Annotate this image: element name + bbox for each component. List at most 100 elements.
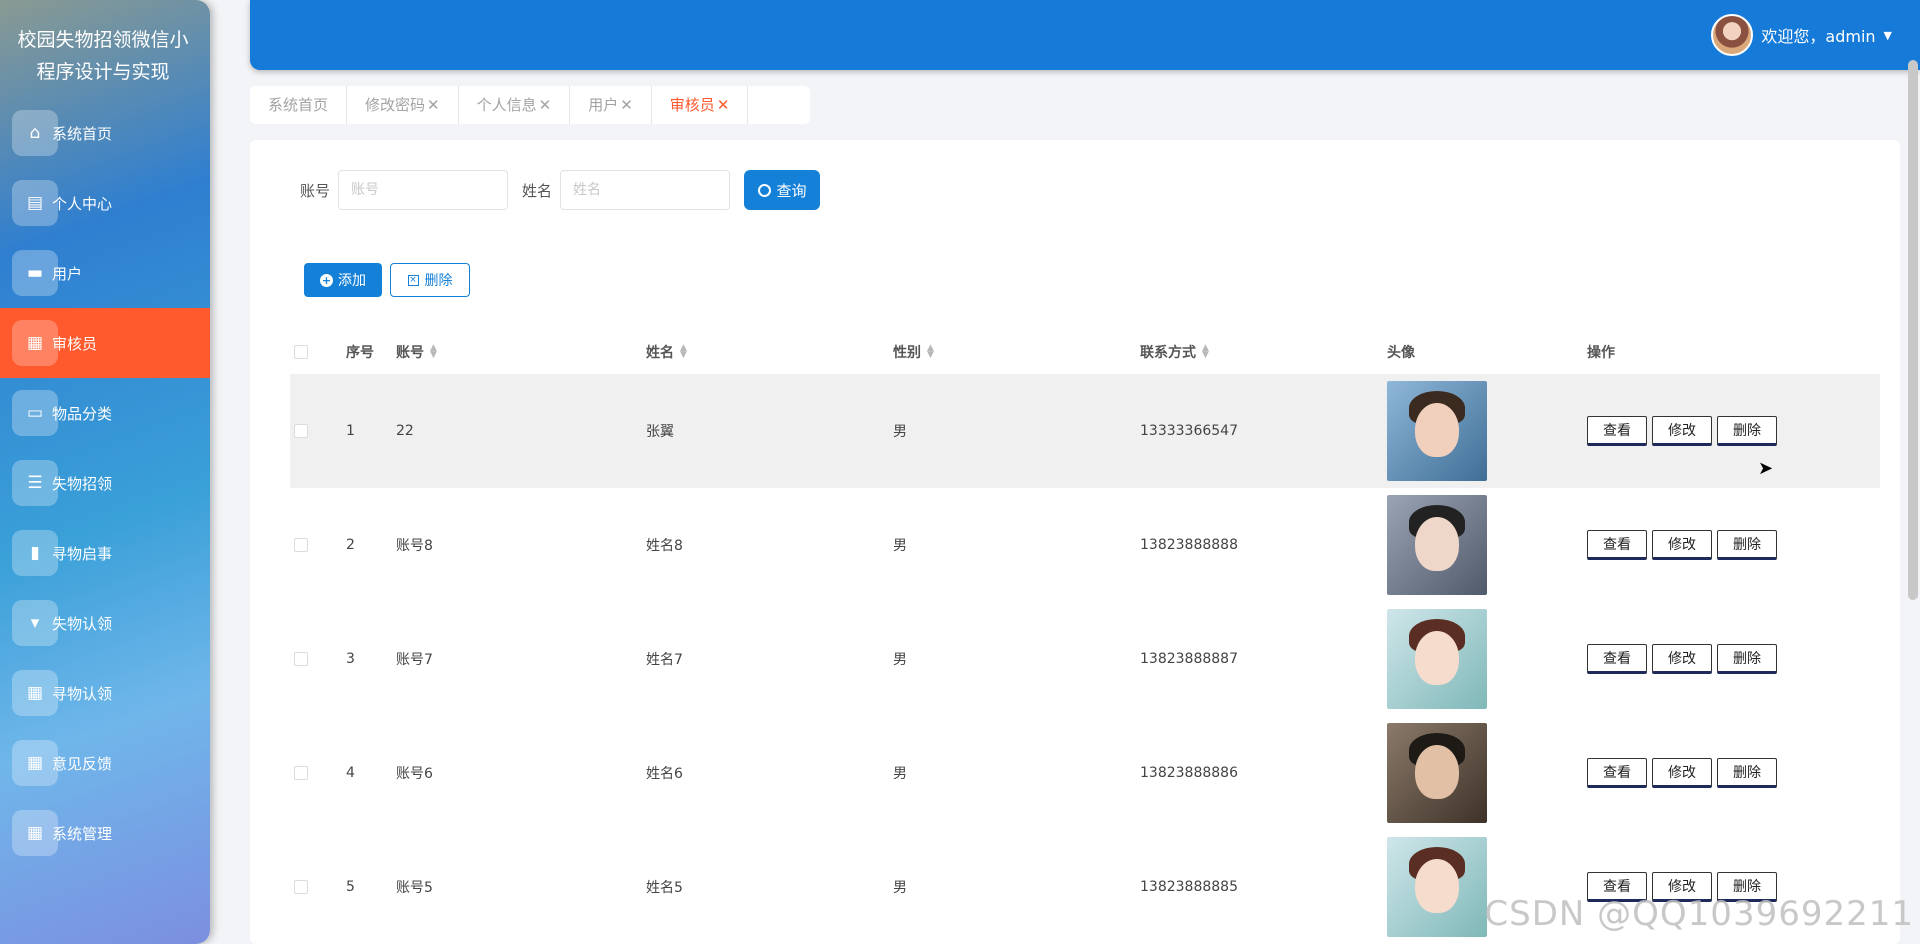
row-sex: 男 [893,424,907,440]
sidebar-item-9[interactable]: ▦ 意见反馈 [0,728,210,798]
tab-2[interactable]: 个人信息 ✕ [459,86,571,124]
select-all-cell [290,345,346,359]
view-button[interactable]: 查看 [1587,530,1647,560]
edit-button[interactable]: 修改 [1652,644,1712,674]
query-button[interactable]: 查询 [744,170,821,210]
sidebar-item-label: 用户 [52,264,83,283]
row-name: 姓名5 [646,880,683,896]
row-checkbox[interactable] [294,766,308,780]
sidebar: 校园失物招领微信小程序设计与实现 ⌂ 系统首页 ▤ 个人中心 ▬ 用户 ▦ 审核员 ▭ 物品分类 ☰… [0,0,210,944]
name-label: 姓名 [522,181,553,200]
account-input[interactable] [338,170,509,210]
tab-0[interactable]: 系统首页 [250,86,348,124]
row-sex: 男 [893,538,907,554]
row-account: 22 [396,423,414,439]
add-button[interactable]: + 添加 [304,263,382,297]
account-label: 账号 [300,181,331,200]
avatar-photo[interactable] [1387,609,1487,709]
batch-delete-label: 删除 [424,273,453,289]
sort-icon[interactable]: ▲ ▼ [927,344,934,360]
col-ops: 操作 [1587,345,1615,361]
view-button[interactable]: 查看 [1587,416,1647,446]
col-avatar: 头像 [1387,345,1415,361]
welcome-text[interactable]: 欢迎您，admin [1761,23,1875,47]
close-icon[interactable]: ✕ [427,96,440,114]
sidebar-item-label: 系统首页 [52,124,113,143]
sidebar-item-8[interactable]: ▦ 寻物认领 [0,658,210,728]
edit-button[interactable]: 修改 [1652,530,1712,560]
row-name: 姓名8 [646,538,683,554]
row-phone: 13823888887 [1140,651,1238,667]
row-select-cell [290,652,346,666]
close-icon[interactable]: ✕ [717,96,730,114]
row-checkbox[interactable] [294,652,308,666]
view-button[interactable]: 查看 [1587,758,1647,788]
close-icon[interactable]: ✕ [620,96,633,114]
row-ops: 查看 修改 删除 [1587,530,1847,560]
col-sex[interactable]: 性别 ▲ ▼ [893,342,1140,362]
sort-icon[interactable]: ▲ ▼ [680,344,687,360]
page-scrollbar[interactable] [1908,60,1918,600]
tab-4[interactable]: 审核员 ✕ [652,86,749,124]
caret-down-icon[interactable]: ▼ [1884,29,1892,42]
sidebar-item-1[interactable]: ▤ 个人中心 [0,168,210,238]
col-no: 序号 [346,345,374,361]
action-bar: + 添加 × 删除 [304,263,470,297]
sidebar-item-label: 失物认领 [52,614,113,633]
row-avatar-cell [1387,723,1587,823]
sidebar-item-5[interactable]: ☰ 失物招领 [0,448,210,518]
view-button[interactable]: 查看 [1587,644,1647,674]
user-menu[interactable]: 欢迎您，admin ▼ [1711,14,1892,56]
user-avatar[interactable] [1711,14,1754,56]
col-phone[interactable]: 联系方式 ▲ ▼ [1140,342,1387,362]
sidebar-item-4[interactable]: ▭ 物品分类 [0,378,210,448]
sort-icon[interactable]: ▲ ▼ [1202,344,1209,360]
tab-label: 个人信息 [476,96,537,114]
delete-button[interactable]: 删除 [1717,758,1777,788]
delete-button[interactable]: 删除 [1717,416,1777,446]
row-select-cell [290,424,346,438]
row-no: 2 [346,537,355,553]
sidebar-item-10[interactable]: ▦ 系统管理 [0,798,210,868]
select-all-checkbox[interactable] [294,345,308,359]
avatar-photo[interactable] [1387,723,1487,823]
col-name[interactable]: 姓名 ▲ ▼ [646,342,893,362]
sort-icon[interactable]: ▲ ▼ [430,344,437,360]
sidebar-item-0[interactable]: ⌂ 系统首页 [0,98,210,168]
edit-button[interactable]: 修改 [1652,416,1712,446]
sidebar-item-label: 个人中心 [52,194,113,213]
close-icon[interactable]: ✕ [539,96,552,114]
table-row: 4 账号6 姓名6 男 13823888886 查看 修改 删除 [290,716,1880,830]
col-name-label: 姓名 [646,345,674,361]
row-checkbox[interactable] [294,424,308,438]
avatar-photo[interactable] [1387,837,1487,937]
sidebar-item-7[interactable]: ▾ 失物认领 [0,588,210,658]
edit-button[interactable]: 修改 [1652,758,1712,788]
sidebar-item-2[interactable]: ▬ 用户 [0,238,210,308]
plus-circle-icon: + [320,273,333,287]
tab-3[interactable]: 用户 ✕ [570,86,652,124]
row-phone: 13333366547 [1140,423,1238,439]
delete-button[interactable]: 删除 [1717,530,1777,560]
row-no: 5 [346,879,355,895]
avatar-photo[interactable] [1387,495,1487,595]
delete-button[interactable]: 删除 [1717,644,1777,674]
avatar-photo[interactable] [1387,381,1487,481]
row-select-cell [290,538,346,552]
sidebar-item-6[interactable]: ▮ 寻物启事 [0,518,210,588]
tab-1[interactable]: 修改密码 ✕ [347,86,459,124]
name-input[interactable] [560,170,731,210]
row-checkbox[interactable] [294,538,308,552]
batch-delete-button[interactable]: × 删除 [390,263,470,297]
row-no: 4 [346,765,355,781]
sidebar-item-3[interactable]: ▦ 审核员 [0,308,210,378]
row-sex: 男 [893,880,907,896]
col-phone-label: 联系方式 [1140,345,1196,361]
row-avatar-cell [1387,495,1587,595]
col-account[interactable]: 账号 ▲ ▼ [396,342,646,362]
col-account-label: 账号 [396,345,424,361]
row-checkbox[interactable] [294,880,308,894]
row-account: 账号7 [396,652,433,668]
row-phone: 13823888888 [1140,537,1238,553]
table-row: 3 账号7 姓名7 男 13823888887 查看 修改 删除 [290,602,1880,716]
